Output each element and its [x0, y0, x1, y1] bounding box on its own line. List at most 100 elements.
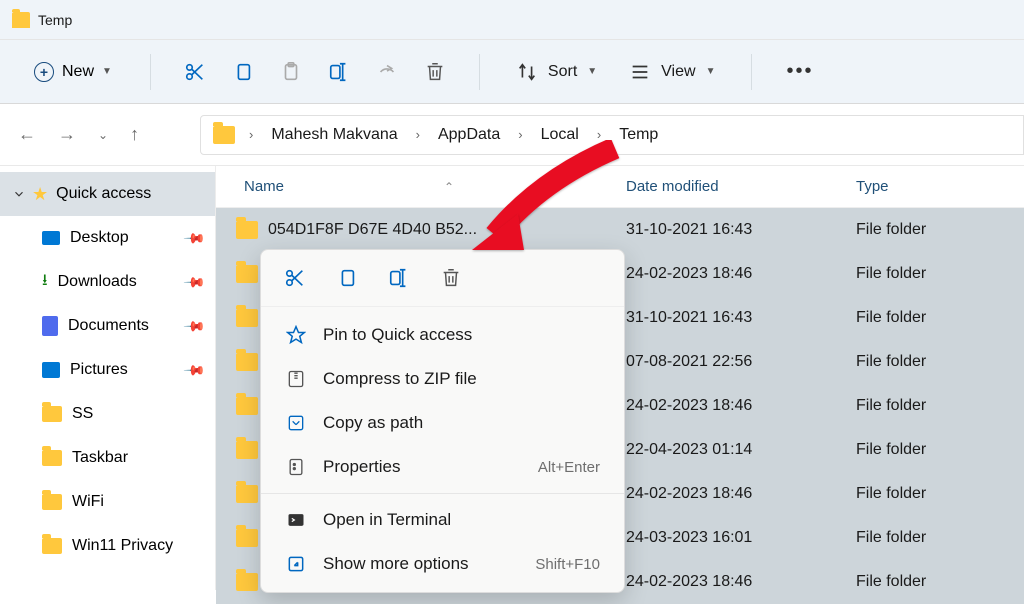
new-button[interactable]: + New ▼ [20, 56, 126, 88]
ctx-pin-quick-access[interactable]: Pin to Quick access [261, 313, 624, 357]
separator [751, 54, 752, 90]
file-row[interactable]: 054D1F8F D67E 4D40 B52... 31-10-2021 16:… [216, 208, 1024, 252]
view-button[interactable]: View ▼ [617, 61, 727, 83]
breadcrumb-item[interactable]: Temp [615, 126, 662, 144]
folder-icon [42, 450, 62, 466]
terminal-icon [285, 509, 307, 531]
delete-button[interactable] [415, 52, 455, 92]
folder-icon [42, 538, 62, 554]
ctx-properties[interactable]: PropertiesAlt+Enter [261, 445, 624, 489]
ctx-compress-zip[interactable]: Compress to ZIP file [261, 357, 624, 401]
file-type: File folder [844, 221, 1024, 239]
file-type: File folder [844, 573, 1024, 591]
sidebar-item-taskbar[interactable]: Taskbar [0, 436, 215, 480]
ctx-copy-path[interactable]: Copy as path [261, 401, 624, 445]
chevron-down-icon: ▼ [102, 66, 112, 77]
share-icon [376, 61, 398, 83]
pin-icon: 📌 [182, 226, 206, 250]
ctx-cut-button[interactable] [281, 264, 309, 292]
forward-button[interactable]: → [58, 124, 76, 145]
chevron-down-icon [12, 187, 26, 201]
file-date: 31-10-2021 16:43 [614, 221, 844, 239]
col-name-label: Name [244, 178, 284, 195]
chevron-right-icon: › [245, 127, 257, 142]
quick-access-header[interactable]: ★ Quick access [0, 172, 215, 216]
cut-button[interactable] [175, 52, 215, 92]
file-date: 24-02-2023 18:46 [614, 397, 844, 415]
copy-icon [336, 267, 358, 289]
paste-button[interactable] [271, 52, 311, 92]
file-date: 24-02-2023 18:46 [614, 265, 844, 283]
sidebar-item-label: SS [72, 405, 93, 423]
sidebar-item-wifi[interactable]: WiFi [0, 480, 215, 524]
ctx-show-more[interactable]: Show more optionsShift+F10 [261, 542, 624, 586]
star-icon: ★ [32, 184, 48, 205]
more-button[interactable]: ••• [776, 60, 823, 83]
breadcrumb-item[interactable]: AppData [434, 126, 504, 144]
column-type[interactable]: Type [844, 178, 1024, 195]
sidebar-item-label: Desktop [70, 229, 129, 247]
context-top-actions [261, 250, 624, 307]
separator [479, 54, 480, 90]
rename-button[interactable] [319, 52, 359, 92]
folder-icon [236, 309, 258, 327]
up-button[interactable]: ↑ [130, 124, 139, 145]
separator [261, 493, 624, 494]
chevron-right-icon: › [593, 127, 605, 142]
sidebar-item-win11privacy[interactable]: Win11 Privacy [0, 524, 215, 568]
share-button[interactable] [367, 52, 407, 92]
titlebar: Temp [0, 0, 1024, 40]
view-label: View [661, 63, 695, 81]
file-type: File folder [844, 529, 1024, 547]
back-button[interactable]: ← [18, 124, 36, 145]
sidebar-item-pictures[interactable]: Pictures📌 [0, 348, 215, 392]
ctx-copy-button[interactable] [333, 264, 361, 292]
ctx-rename-button[interactable] [385, 264, 413, 292]
folder-icon [42, 406, 62, 422]
address-bar[interactable]: › Mahesh Makvana › AppData › Local › Tem… [200, 115, 1024, 155]
sidebar-item-documents[interactable]: Documents 📌 [0, 304, 215, 348]
sidebar-item-label: Taskbar [72, 449, 128, 467]
folder-icon [236, 353, 258, 371]
folder-icon [236, 573, 258, 591]
recent-dropdown[interactable]: ⌄ [98, 128, 108, 142]
sidebar-item-label: Documents [68, 317, 149, 335]
chevron-right-icon: › [514, 127, 526, 142]
file-type: File folder [844, 397, 1024, 415]
rename-icon [328, 61, 350, 83]
sidebar-item-downloads[interactable]: ⭳Downloads📌 [0, 260, 215, 304]
file-date: 31-10-2021 16:43 [614, 309, 844, 327]
quick-access-label: Quick access [56, 185, 151, 203]
separator [150, 54, 151, 90]
column-date[interactable]: Date modified [614, 178, 844, 195]
sort-asc-icon: ⌃ [444, 180, 454, 194]
file-date: 24-03-2023 16:01 [614, 529, 844, 547]
breadcrumb-item[interactable]: Mahesh Makvana [267, 126, 401, 144]
documents-icon [42, 316, 58, 336]
folder-icon [236, 397, 258, 415]
ctx-delete-button[interactable] [437, 264, 465, 292]
sort-button[interactable]: Sort ▼ [504, 61, 609, 83]
pin-icon: 📌 [182, 358, 206, 382]
copy-path-icon [285, 412, 307, 434]
file-type: File folder [844, 485, 1024, 503]
sidebar-item-ss[interactable]: SS [0, 392, 215, 436]
file-date: 07-08-2021 22:56 [614, 353, 844, 371]
sort-label: Sort [548, 63, 577, 81]
new-label: New [62, 63, 94, 81]
downloads-icon: ⭳ [42, 269, 48, 296]
pin-icon: 📌 [182, 314, 206, 338]
copy-button[interactable] [223, 52, 263, 92]
file-type: File folder [844, 309, 1024, 327]
chevron-right-icon: › [412, 127, 424, 142]
file-type: File folder [844, 265, 1024, 283]
ctx-open-terminal[interactable]: Open in Terminal [261, 498, 624, 542]
ctx-item-label: Compress to ZIP file [323, 369, 477, 389]
breadcrumb-item[interactable]: Local [537, 126, 583, 144]
folder-icon [12, 12, 30, 28]
ctx-item-label: Properties [323, 457, 400, 477]
column-name[interactable]: Name ⌃ [216, 178, 614, 195]
file-name: 054D1F8F D67E 4D40 B52... [268, 221, 477, 239]
trash-icon [424, 61, 446, 83]
sidebar-item-desktop[interactable]: Desktop 📌 [0, 216, 215, 260]
